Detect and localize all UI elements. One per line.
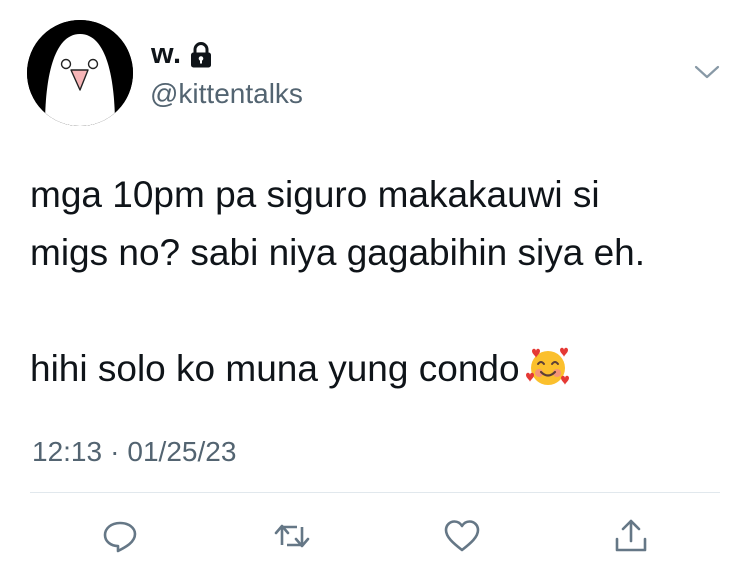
divider (30, 492, 720, 493)
tweet-time: 12:13 (32, 436, 103, 467)
tweet-action-bar (0, 514, 750, 562)
tweet-line: mga 10pm pa siguro makakauwi si (30, 174, 600, 215)
tweet-line: hihi solo ko muna yung condo (30, 348, 520, 389)
lock-icon (190, 41, 212, 68)
reply-icon (103, 521, 137, 553)
share-button[interactable] (609, 514, 653, 558)
tweet-date: 01/25/23 (127, 436, 237, 467)
tweet-line-with-emoji: hihi solo ko muna yung condo (30, 340, 730, 398)
reply-button[interactable] (98, 514, 142, 558)
tweet-timestamp[interactable]: 12:13 · 01/25/23 (32, 436, 236, 468)
share-icon (615, 519, 647, 552)
retweet-icon (274, 524, 310, 548)
tweet-text: mga 10pm pa siguro makakauwi si migs no?… (30, 166, 730, 398)
timestamp-separator: · (110, 436, 120, 467)
user-handle[interactable]: @kittentalks (150, 78, 303, 110)
smiling-face-with-hearts-icon (525, 345, 570, 389)
ghost-avatar-icon (27, 20, 133, 126)
retweet-button[interactable] (270, 514, 314, 558)
avatar[interactable] (27, 20, 133, 126)
heart-icon (444, 520, 480, 552)
chevron-down-icon[interactable] (693, 62, 721, 82)
like-button[interactable] (440, 514, 484, 558)
display-name[interactable]: w. (151, 38, 182, 71)
tweet-line: migs no? sabi niya gagabihin siya eh. (30, 232, 645, 273)
user-name-row: w. (151, 38, 212, 71)
